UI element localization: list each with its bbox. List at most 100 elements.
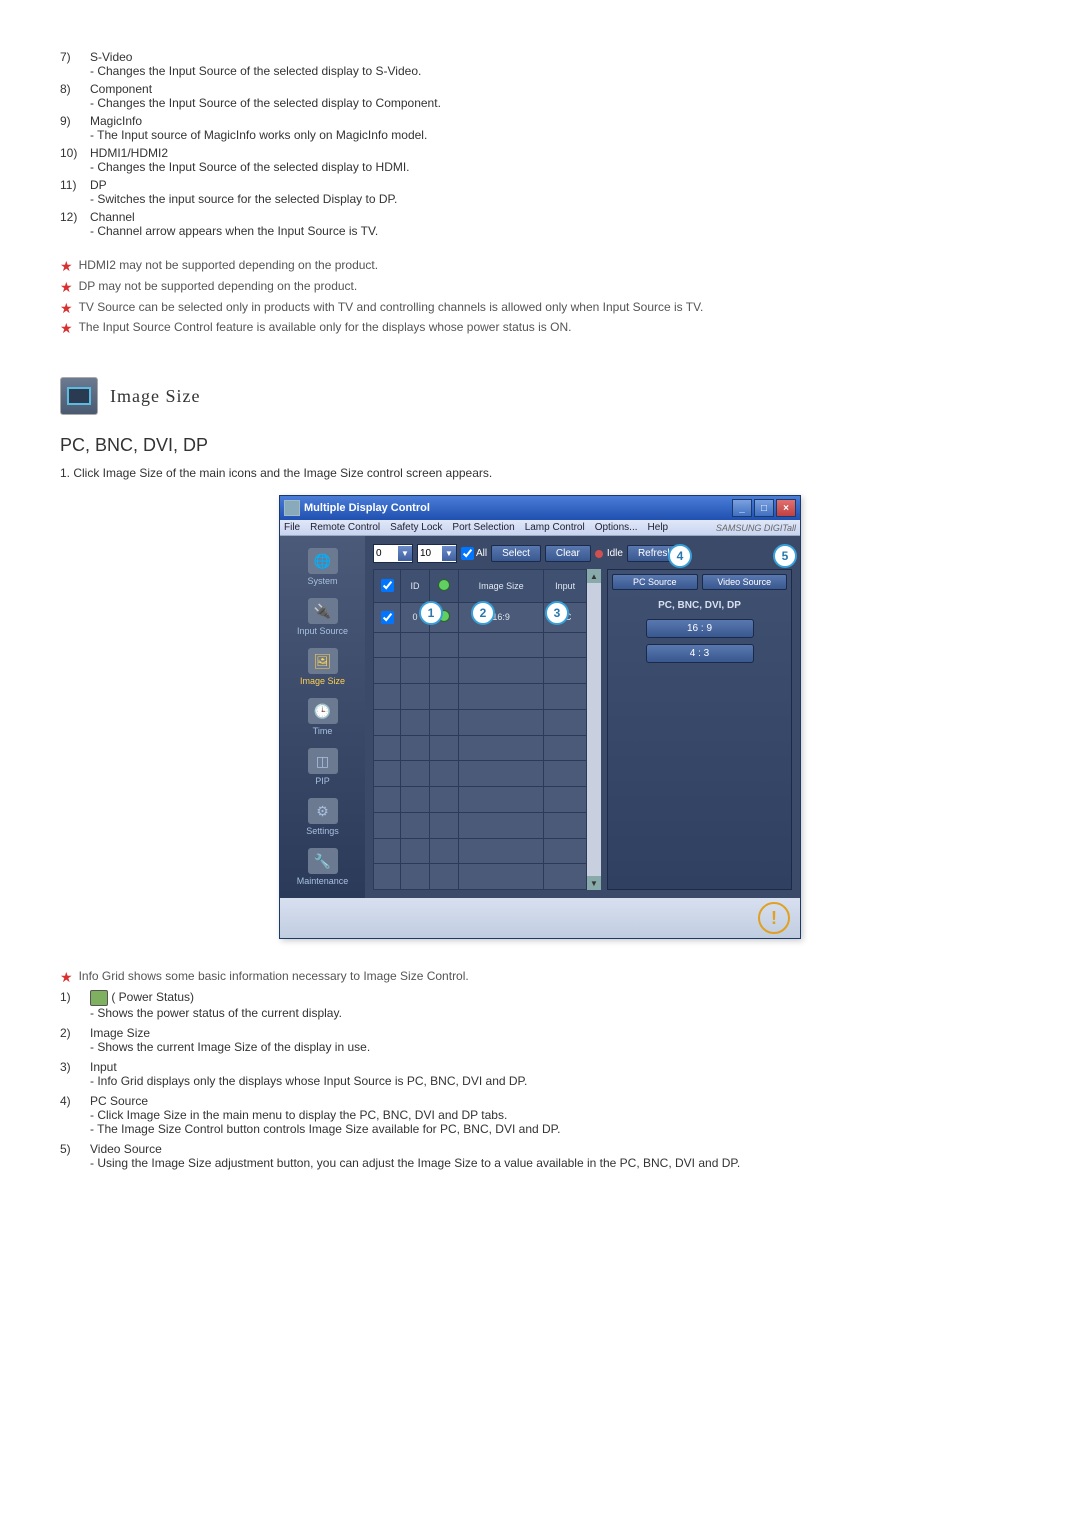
titlebar-icon <box>284 500 300 516</box>
instruction-text: 1. Click Image Size of the main icons an… <box>60 466 1020 480</box>
list-number: 1) <box>60 990 90 1020</box>
minimize-button[interactable]: _ <box>732 499 752 517</box>
list-description: Channel arrow appears when the Input Sou… <box>90 224 1020 238</box>
range-end-dropdown[interactable]: ▼ <box>417 544 457 563</box>
ratio-16-9-button[interactable]: 16 : 9 <box>646 619 754 638</box>
sidebar-item-label: Image Size <box>300 676 345 686</box>
star-icon: ★ <box>60 300 73 317</box>
power-status-icon <box>90 990 108 1006</box>
menu-help[interactable]: Help <box>648 522 669 533</box>
range-start-input[interactable] <box>374 548 398 559</box>
all-checkbox-label[interactable]: All <box>461 547 487 560</box>
sidebar-item-label: Settings <box>306 826 339 836</box>
sidebar-item-maint[interactable]: Maintenance <box>284 844 361 890</box>
callout-1: 1 <box>419 601 443 625</box>
list-description: Switches the input source for the select… <box>90 192 1020 206</box>
menu-options-[interactable]: Options... <box>595 522 638 533</box>
star-icon: ★ <box>60 279 73 296</box>
all-checkbox[interactable] <box>461 547 474 560</box>
scroll-down-icon[interactable]: ▼ <box>587 876 601 890</box>
list-description: Click Image Size in the main menu to dis… <box>90 1108 1020 1122</box>
sidebar-item-input[interactable]: Input Source <box>284 594 361 640</box>
maximize-button[interactable]: □ <box>754 499 774 517</box>
grid-header-power-icon <box>430 570 459 603</box>
ratio-4-3-button[interactable]: 4 : 3 <box>646 644 754 663</box>
grid-header-input: Input <box>544 570 587 603</box>
list-title: Channel <box>90 210 1020 224</box>
grid-scrollbar[interactable]: ▲ ▼ <box>587 569 601 890</box>
list-title: Video Source <box>90 1142 1020 1156</box>
sidebar-item-image[interactable]: Image Size <box>284 644 361 690</box>
list-title: PC Source <box>90 1094 1020 1108</box>
list-title: HDMI1/HDMI2 <box>90 146 1020 160</box>
list-number: 2) <box>60 1026 90 1054</box>
list-description: Info Grid displays only the displays who… <box>90 1074 1020 1088</box>
grid-header-id: ID <box>401 570 430 603</box>
pip-icon <box>308 748 338 774</box>
window-title: Multiple Display Control <box>304 502 430 514</box>
menu-port-selection[interactable]: Port Selection <box>452 522 514 533</box>
sidebar-item-time[interactable]: Time <box>284 694 361 740</box>
app-window: Multiple Display Control _ □ × File Remot… <box>279 495 801 939</box>
system-icon <box>308 548 338 574</box>
chevron-down-icon[interactable]: ▼ <box>398 546 412 561</box>
list-number: 9) <box>60 114 90 142</box>
grid-header-image-size: Image Size <box>459 570 544 603</box>
sidebar-item-label: PIP <box>315 776 330 786</box>
right-panel: PC Source Video Source PC, BNC, DVI, DP … <box>607 569 792 890</box>
chevron-down-icon[interactable]: ▼ <box>442 546 456 561</box>
list-title: DP <box>90 178 1020 192</box>
callout-4: 4 <box>668 544 692 568</box>
note-text: TV Source can be selected only in produc… <box>79 300 704 317</box>
list-title: Component <box>90 82 1020 96</box>
list-title: Input <box>90 1060 1020 1074</box>
list-number: 4) <box>60 1094 90 1136</box>
scroll-up-icon[interactable]: ▲ <box>587 569 601 583</box>
list-description: Shows the current Image Size of the disp… <box>90 1040 1020 1054</box>
clear-button[interactable]: Clear <box>545 545 591 562</box>
range-start-dropdown[interactable]: ▼ <box>373 544 413 563</box>
menu-file[interactable]: File <box>284 522 300 533</box>
list-description: Changes the Input Source of the selected… <box>90 96 1020 110</box>
sidebar: System Input Source Image Size Time PIP Setti… <box>280 536 365 898</box>
sidebar-item-label: Maintenance <box>297 876 349 886</box>
close-button[interactable]: × <box>776 499 796 517</box>
sidebar-item-system[interactable]: System <box>284 544 361 590</box>
tab-pc-source[interactable]: PC Source <box>612 574 698 590</box>
sidebar-item-pip[interactable]: PIP <box>284 744 361 790</box>
star-icon: ★ <box>60 969 73 986</box>
tab-video-source[interactable]: Video Source <box>702 574 788 590</box>
sidebar-item-label: System <box>307 576 337 586</box>
input-icon <box>308 598 338 624</box>
note-text: The Input Source Control feature is avai… <box>79 320 572 337</box>
list-number: 10) <box>60 146 90 174</box>
section-title: Image Size <box>110 386 200 407</box>
list-number: 11) <box>60 178 90 206</box>
menu-lamp-control[interactable]: Lamp Control <box>525 522 585 533</box>
list-description: Using the Image Size adjustment button, … <box>90 1156 1020 1170</box>
sidebar-item-settings[interactable]: Settings <box>284 794 361 840</box>
image-size-section-icon <box>60 377 98 415</box>
subsection-title: PC, BNC, DVI, DP <box>60 435 1020 456</box>
callout-2: 2 <box>471 601 495 625</box>
select-button[interactable]: Select <box>491 545 541 562</box>
list-number: 3) <box>60 1060 90 1088</box>
warning-icon: ! <box>758 902 790 934</box>
list-description: Changes the Input Source of the selected… <box>90 64 1020 78</box>
list-description: The Image Size Control button controls I… <box>90 1122 1020 1136</box>
list-title: Image Size <box>90 1026 1020 1040</box>
idle-indicator: Idle <box>595 548 623 559</box>
list-description: Changes the Input Source of the selected… <box>90 160 1020 174</box>
window-titlebar: Multiple Display Control _ □ × <box>280 496 800 520</box>
list-number: 5) <box>60 1142 90 1170</box>
list-title: ( Power Status) <box>90 990 1020 1006</box>
callout-5: 5 <box>773 544 797 568</box>
list-description: The Input source of MagicInfo works only… <box>90 128 1020 142</box>
grid-header-check[interactable] <box>374 570 401 603</box>
note-text: HDMI2 may not be supported depending on … <box>79 258 379 275</box>
row-checkbox[interactable] <box>381 611 394 624</box>
list-number: 7) <box>60 50 90 78</box>
range-end-input[interactable] <box>418 548 442 559</box>
menu-safety-lock[interactable]: Safety Lock <box>390 522 442 533</box>
menu-remote-control[interactable]: Remote Control <box>310 522 380 533</box>
